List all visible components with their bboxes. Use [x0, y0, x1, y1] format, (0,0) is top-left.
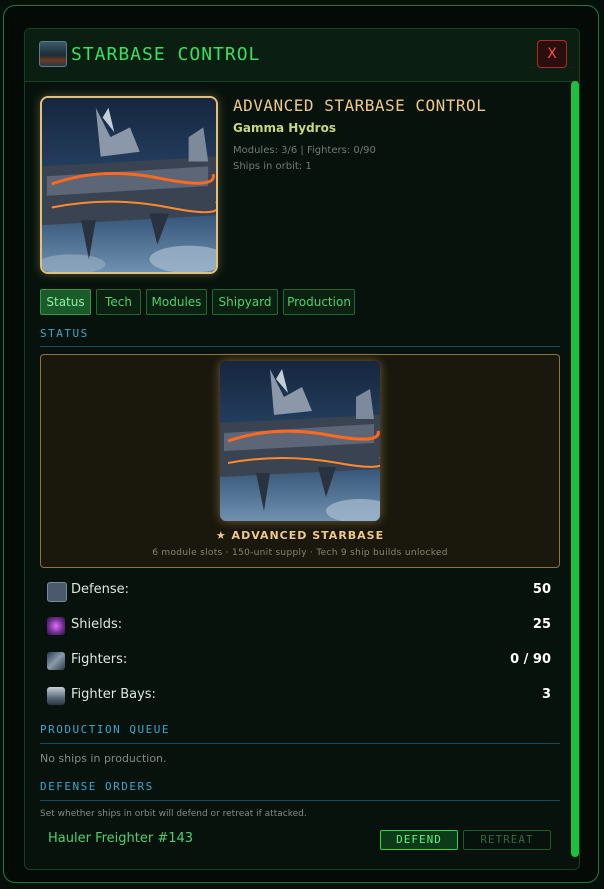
starbase-card-image [220, 361, 380, 521]
status-section-title: STATUS [40, 327, 89, 340]
section-divider [40, 743, 560, 744]
starbase-control-panel: STARBASE CONTROL X ADVANCED STARBASE CON… [24, 28, 580, 870]
window-title: STARBASE CONTROL [71, 44, 261, 65]
starbase-status-card: ★ ADVANCED STARBASE 6 module slots · 150… [40, 354, 560, 568]
stat-value: 50 [532, 582, 551, 597]
production-empty-text: No ships in production. [40, 752, 167, 765]
orbit-ship-name: Hauler Freighter #143 [48, 831, 194, 846]
tab-modules[interactable]: Modules [146, 289, 207, 315]
defense-orders-description: Set whether ships in orbit will defend o… [40, 809, 307, 819]
scrollbar-thumb[interactable] [571, 81, 579, 857]
stat-label: Shields: [71, 617, 123, 632]
stat-row-fighter-bays: Fighter Bays: 3 [45, 683, 555, 709]
starbase-type-label: ★ ADVANCED STARBASE [215, 529, 385, 542]
shield-icon [47, 617, 65, 635]
stat-label: Defense: [71, 582, 129, 597]
tab-production[interactable]: Production [283, 289, 355, 315]
stat-value: 0 / 90 [510, 652, 551, 667]
starbase-type-description: 6 module slots · 150-unit supply · Tech … [152, 548, 448, 558]
starbase-image [42, 98, 216, 272]
close-button[interactable]: X [537, 40, 567, 68]
stat-row-defense: Defense: 50 [45, 578, 555, 604]
tab-status[interactable]: Status [40, 289, 91, 315]
stat-label: Fighter Bays: [71, 687, 156, 702]
scrollbar[interactable] [571, 81, 579, 859]
fighter-icon [47, 652, 65, 670]
ships-in-orbit: Ships in orbit: 1 [233, 161, 312, 172]
retreat-button[interactable]: RETREAT [463, 830, 551, 850]
section-divider [40, 800, 560, 801]
production-queue-title: PRODUCTION QUEUE [40, 723, 170, 736]
stat-value: 25 [532, 617, 551, 632]
stat-value: 3 [541, 687, 551, 702]
stat-row-shields: Shields: 25 [45, 613, 555, 639]
system-name: Gamma Hydros [233, 121, 336, 135]
section-divider [40, 346, 560, 347]
modules-fighters-summary: Modules: 3/6 | Fighters: 0/90 [233, 145, 376, 156]
starbase-icon [39, 41, 67, 67]
starbase-portrait [40, 96, 218, 274]
tab-tech[interactable]: Tech [96, 289, 141, 315]
starbase-name: ADVANCED STARBASE CONTROL [233, 96, 487, 115]
fighter-bay-icon [47, 687, 65, 705]
tab-shipyard[interactable]: Shipyard [212, 289, 278, 315]
defense-icon [47, 582, 67, 602]
defense-orders-title: DEFENSE ORDERS [40, 780, 154, 793]
stat-row-fighters: Fighters: 0 / 90 [45, 648, 555, 674]
defend-button[interactable]: DEFEND [380, 830, 458, 850]
stat-label: Fighters: [71, 652, 128, 667]
title-bar: STARBASE CONTROL X [25, 29, 579, 82]
starbase-image [220, 361, 380, 521]
